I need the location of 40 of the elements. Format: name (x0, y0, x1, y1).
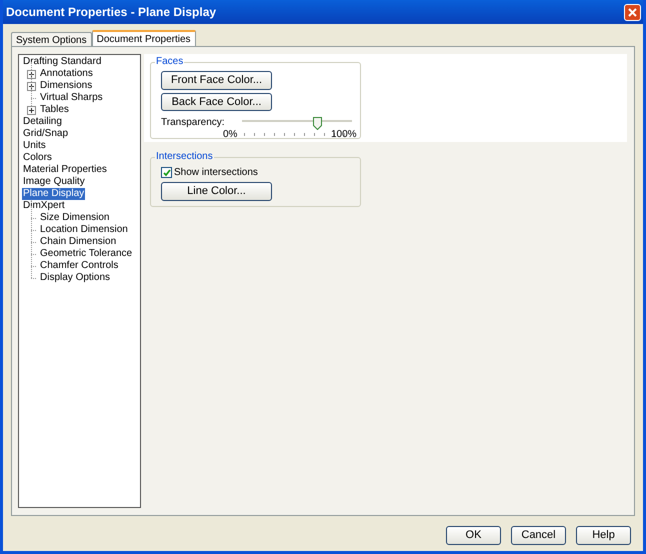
tree-item[interactable]: Location Dimension (39, 224, 129, 236)
slider-thumb[interactable] (312, 117, 322, 130)
close-button[interactable] (624, 4, 641, 20)
dialog-button[interactable]: Front Face Color... (161, 71, 272, 90)
tree-item[interactable]: Geometric Tolerance (39, 248, 134, 260)
tree-item[interactable]: Grid/Snap (22, 128, 70, 140)
max-label: 100% (331, 129, 357, 141)
checkbox[interactable] (161, 167, 172, 178)
checkbox-label: Show intersections (174, 166, 258, 180)
tree-item[interactable]: Image Quality (22, 176, 86, 188)
expand-icon[interactable] (27, 70, 36, 79)
tree-item[interactable]: Units (22, 140, 47, 152)
tree-item[interactable]: Annotations (39, 68, 94, 80)
dialog-button[interactable]: Line Color... (161, 182, 272, 201)
window-title: Document Properties - Plane Display (6, 4, 216, 21)
min-label: 0% (223, 129, 238, 141)
tree-item[interactable]: Tables (39, 104, 70, 116)
dialog-button[interactable]: Cancel (511, 526, 566, 545)
transparency-label: Transparency: (161, 117, 225, 130)
tree-item[interactable]: Drafting Standard (22, 56, 102, 68)
expand-icon[interactable] (27, 106, 36, 115)
dialog-button[interactable]: OK (446, 526, 501, 545)
tree-item[interactable]: Material Properties (22, 164, 108, 176)
tab[interactable]: System Options (11, 32, 92, 46)
transparency-slider[interactable] (242, 117, 352, 131)
tree-item[interactable]: Plane Display (22, 188, 86, 200)
tree-item[interactable]: Detailing (22, 116, 63, 128)
tree-item[interactable]: Dimensions (39, 80, 94, 92)
close-icon (628, 8, 637, 16)
dialog-button[interactable]: Back Face Color... (161, 92, 272, 111)
tree-item[interactable]: Display Options (39, 272, 112, 284)
tree-item[interactable]: DimXpert (22, 200, 66, 212)
tree-item[interactable]: Size Dimension (39, 212, 110, 224)
tree-item[interactable]: Chain Dimension (39, 236, 118, 248)
tree-item[interactable]: Chamfer Controls (39, 260, 120, 272)
dialog-button[interactable]: Help (576, 526, 631, 545)
tab[interactable]: Document Properties (92, 30, 196, 46)
expand-icon[interactable] (27, 82, 36, 91)
tree-item[interactable]: Virtual Sharps (39, 92, 104, 104)
tree-item[interactable]: Colors (22, 152, 53, 164)
